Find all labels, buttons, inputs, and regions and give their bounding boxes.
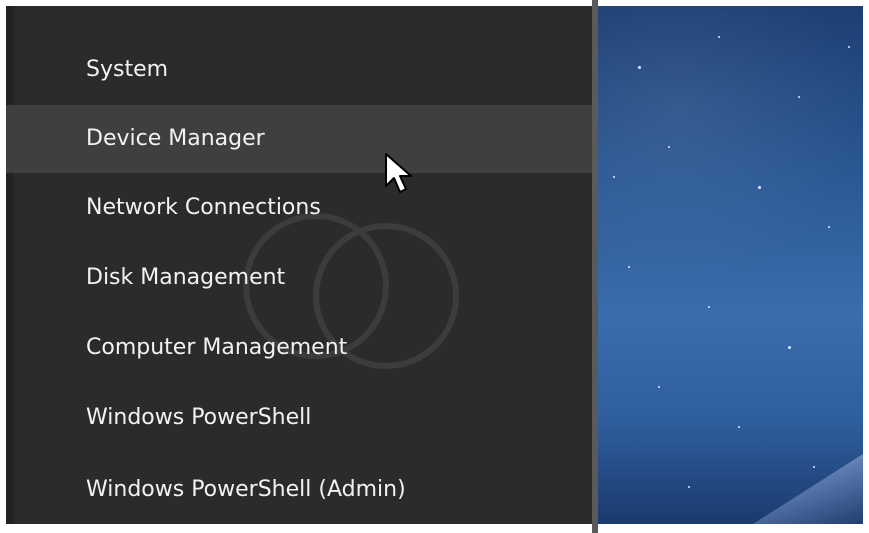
menu-item-computer-management[interactable]: Computer Management (6, 314, 596, 382)
menu-item-disk-management[interactable]: Disk Management (6, 244, 596, 312)
winx-context-menu: System Device Manager Network Connection… (6, 6, 598, 524)
menu-item-windows-powershell-admin[interactable]: Windows PowerShell (Admin) (6, 456, 596, 524)
desktop-wallpaper (598, 6, 863, 524)
menu-item-windows-powershell[interactable]: Windows PowerShell (6, 384, 596, 452)
menu-item-system[interactable]: System (6, 36, 596, 104)
menu-item-network-connections[interactable]: Network Connections (6, 174, 596, 242)
menu-item-device-manager[interactable]: Device Manager (6, 105, 596, 173)
mouse-pointer-icon (385, 153, 412, 193)
wallpaper-mountain (753, 454, 863, 524)
